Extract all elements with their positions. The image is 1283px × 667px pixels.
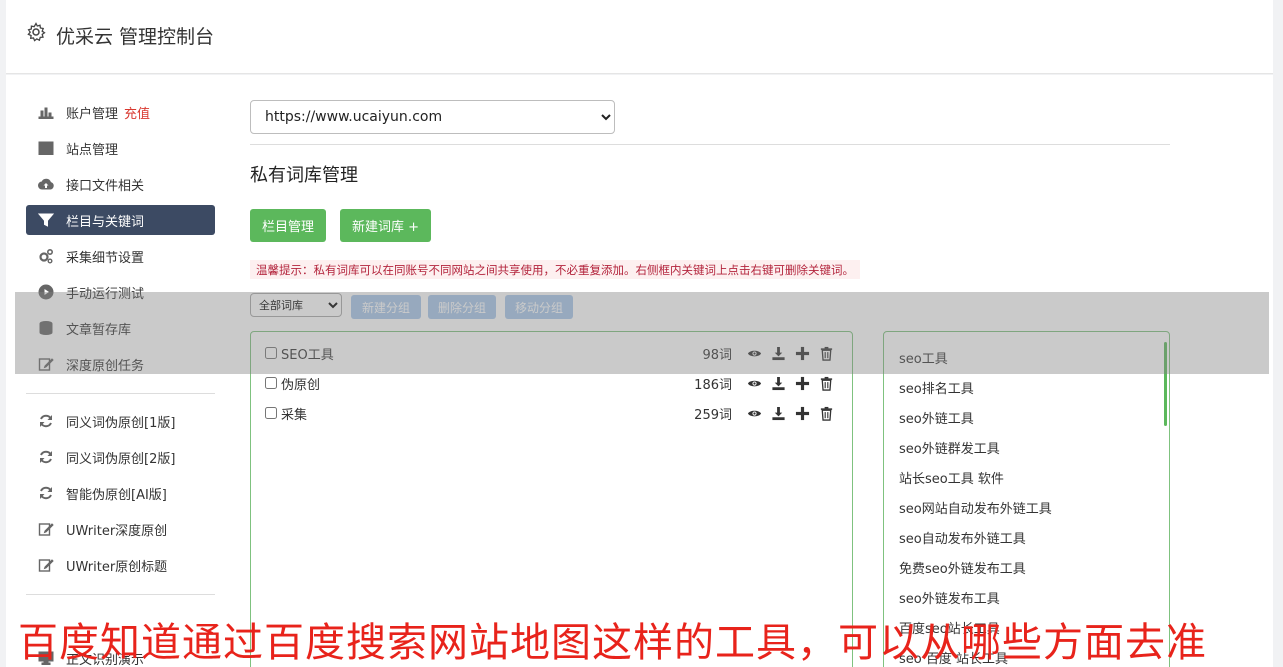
sidebar-item-columns-keywords[interactable]: 栏目与关键词 [26, 205, 215, 235]
sidebar-divider [26, 594, 215, 595]
sidebar-item-collect-settings[interactable]: 采集细节设置 [26, 241, 215, 271]
keyword-item[interactable]: seo外链发布工具 [899, 588, 1000, 607]
group-checkbox[interactable] [265, 377, 277, 389]
refresh-icon [38, 485, 54, 501]
refresh-icon [38, 449, 54, 465]
keyword-item[interactable]: seo排名工具 [899, 378, 974, 397]
list-item: 采集 259词 [265, 399, 838, 427]
sidebar-item-label: 同义词伪原创[1版] [66, 415, 176, 431]
keyword-item[interactable]: seo外链群发工具 [899, 438, 1000, 457]
sidebar-item-interface-files[interactable]: 接口文件相关 [26, 169, 215, 199]
sidebar-item-account[interactable]: 账户管理 充值 [26, 97, 215, 127]
bar-chart-icon [38, 104, 54, 120]
sidebar-item-label: UWriter深度原创 [66, 523, 168, 539]
divider [250, 144, 1170, 145]
group-name[interactable]: 伪原创 [281, 374, 694, 393]
gear-icon [27, 22, 46, 42]
sidebar-item-sites[interactable]: 站点管理 [26, 133, 215, 163]
edit-icon [38, 557, 54, 573]
tip-message: 温馨提示：私有词库可以在同账号不同网站之间共享使用，不必重复添加。右侧框内关键词… [250, 260, 860, 279]
word-count: 186词 [694, 377, 732, 393]
page-title: 私有词库管理 [250, 165, 358, 186]
keyword-item[interactable]: 免费seo外链发布工具 [899, 558, 1026, 577]
sidebar-divider [26, 393, 215, 394]
recharge-link[interactable]: 充值 [124, 103, 150, 122]
eye-icon[interactable] [742, 375, 766, 391]
site-select[interactable]: https://www.ucaiyun.com [250, 100, 615, 134]
refresh-icon [38, 413, 54, 429]
eye-icon[interactable] [742, 405, 766, 421]
sidebar-item-label: 栏目与关键词 [66, 214, 145, 230]
sidebar-item-uwriter-title[interactable]: UWriter原创标题 [26, 550, 215, 580]
sidebar-item-label: 智能伪原创[AI版] [66, 487, 167, 503]
sidebar-item-uwriter-deep[interactable]: UWriter深度原创 [26, 514, 215, 544]
plus-icon[interactable] [790, 375, 814, 391]
trash-icon[interactable] [814, 405, 838, 421]
column-manage-button[interactable]: 栏目管理 [250, 209, 326, 242]
cogs-icon [38, 248, 54, 264]
download-icon[interactable] [766, 405, 790, 421]
word-count: 259词 [694, 407, 732, 423]
edit-icon [38, 521, 54, 537]
cloud-upload-icon [38, 176, 54, 192]
sidebar-item-label: 账户管理 [66, 106, 119, 122]
sidebar-item-synonym-v2[interactable]: 同义词伪原创[2版] [26, 442, 215, 472]
new-library-button[interactable]: 新建词库 + [340, 209, 431, 242]
app-title: 优采云 管理控制台 [56, 26, 215, 48]
sidebar-item-label: 站点管理 [66, 142, 119, 158]
keyword-item[interactable]: seo自动发布外链工具 [899, 528, 1026, 547]
keyword-item[interactable]: 站长seo工具 软件 [899, 468, 1004, 487]
sidebar-item-label: 采集细节设置 [66, 250, 145, 266]
caption-text: 百度知道通过百度搜索网站地图这样的工具，可以从哪些方面去准 [18, 620, 1207, 666]
keyword-item[interactable]: seo外链工具 [899, 408, 974, 427]
filter-icon [38, 212, 54, 228]
sidebar-item-ai-original[interactable]: 智能伪原创[AI版] [26, 478, 215, 508]
sidebar-item-label: 接口文件相关 [66, 178, 145, 194]
sidebar-item-label: 同义词伪原创[2版] [66, 451, 176, 467]
group-name[interactable]: 采集 [281, 404, 694, 423]
top-bar: 优采云 管理控制台 [6, 0, 1273, 74]
trash-icon[interactable] [814, 375, 838, 391]
keyword-item[interactable]: seo网站自动发布外链工具 [899, 498, 1052, 517]
server-icon [38, 140, 54, 156]
sidebar-item-synonym-v1[interactable]: 同义词伪原创[1版] [26, 406, 215, 436]
sidebar-item-label: UWriter原创标题 [66, 559, 168, 575]
overlay-band [15, 292, 1269, 374]
download-icon[interactable] [766, 375, 790, 391]
plus-icon[interactable] [790, 405, 814, 421]
group-checkbox[interactable] [265, 407, 277, 419]
